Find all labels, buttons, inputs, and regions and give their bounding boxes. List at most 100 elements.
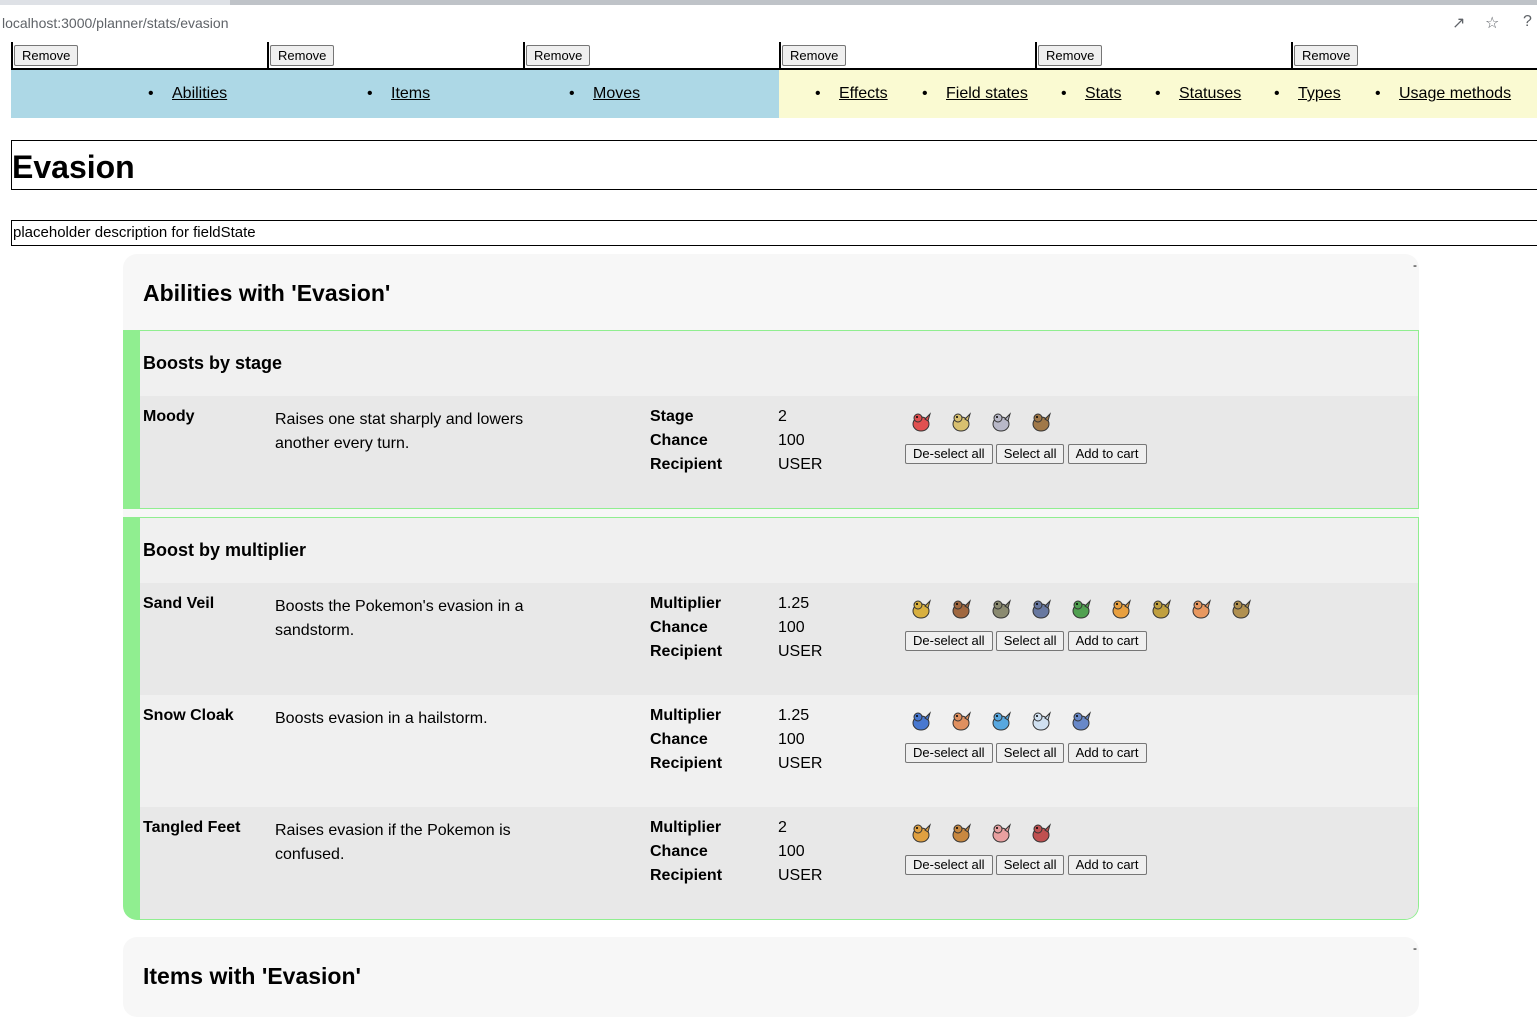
- deselect-all-button[interactable]: De-select all: [905, 631, 993, 651]
- stat-value: USER: [778, 867, 823, 884]
- stat-value: USER: [778, 643, 823, 660]
- pokemon-sprite-icon[interactable]: [1028, 709, 1054, 733]
- pokemon-sprite-icon[interactable]: [988, 597, 1014, 621]
- nav-secondary: • Effects • Field states • Stats • Statuses …: [779, 70, 1537, 118]
- ability-name: Tangled Feet: [143, 819, 241, 836]
- pokemon-sprite-icon[interactable]: [988, 410, 1014, 434]
- row-actions: De-select all Select all Add to cart: [905, 444, 1147, 464]
- pokemon-sprite-icon[interactable]: [908, 709, 934, 733]
- nav-link-usage-methods[interactable]: Usage methods: [1399, 85, 1511, 103]
- collapse-toggle[interactable]: -: [1413, 941, 1417, 955]
- pokemon-sprite-icon[interactable]: [948, 597, 974, 621]
- remove-button[interactable]: Remove: [526, 45, 591, 66]
- bullet: •: [1155, 85, 1161, 102]
- pokemon-sprite-icon[interactable]: [908, 821, 934, 845]
- pokemon-sprite-icon[interactable]: [908, 597, 934, 621]
- nav-link-types[interactable]: Types: [1298, 85, 1341, 103]
- select-all-button[interactable]: Select all: [995, 743, 1065, 763]
- remove-button[interactable]: Remove: [1294, 45, 1359, 66]
- select-all-button[interactable]: Select all: [995, 855, 1065, 875]
- select-all-button[interactable]: Select all: [995, 631, 1065, 651]
- stat-label: Chance: [650, 619, 708, 636]
- nav-link-abilities[interactable]: Abilities: [172, 85, 227, 103]
- stat-label: Recipient: [650, 643, 723, 660]
- remove-button[interactable]: Remove: [782, 45, 847, 66]
- pokemon-sprite-icon[interactable]: [1148, 597, 1174, 621]
- ability-description: Boosts evasion in a hailstorm.: [275, 710, 488, 727]
- stat-label: Multiplier: [650, 707, 722, 724]
- pokemon-sprite-icon[interactable]: [948, 709, 974, 733]
- add-to-cart-button[interactable]: Add to cart: [1067, 631, 1147, 651]
- group-title: Boost by multiplier: [143, 540, 307, 560]
- nav-link-stats[interactable]: Stats: [1085, 85, 1121, 103]
- nav-link-statuses[interactable]: Statuses: [1179, 85, 1241, 103]
- page-description-box: placeholder description for fieldState: [11, 220, 1537, 246]
- collapse-toggle[interactable]: -: [1413, 258, 1417, 272]
- add-to-cart-button[interactable]: Add to cart: [1067, 444, 1147, 464]
- add-to-cart-button[interactable]: Add to cart: [1067, 855, 1147, 875]
- nav-link-moves[interactable]: Moves: [593, 85, 640, 103]
- deselect-all-button[interactable]: De-select all: [905, 743, 993, 763]
- pokemon-sprite-icon[interactable]: [948, 821, 974, 845]
- pokemon-sprite-icon[interactable]: [1068, 709, 1094, 733]
- pokemon-sprite-icon[interactable]: [1108, 597, 1134, 621]
- ability-row-snow-cloak: Snow Cloak Boosts evasion in a hailstorm…: [140, 695, 1418, 807]
- stat-value: 1.25: [778, 707, 810, 724]
- stat-label: Chance: [650, 843, 708, 860]
- pokemon-sprites: [908, 821, 1068, 847]
- stat-label: Stage: [650, 408, 694, 425]
- pokemon-sprite-icon[interactable]: [1188, 597, 1214, 621]
- nav-link-effects[interactable]: Effects: [839, 85, 888, 103]
- pokemon-sprites: [908, 709, 1108, 735]
- pokemon-sprite-icon[interactable]: [988, 709, 1014, 733]
- pokemon-sprite-icon[interactable]: [1028, 410, 1054, 434]
- select-all-button[interactable]: Select all: [995, 444, 1065, 464]
- bullet: •: [569, 85, 575, 102]
- ability-description: Raises evasion if the Pokemon is confuse…: [275, 822, 511, 863]
- page-title: Evasion: [12, 149, 135, 185]
- stat-label: Chance: [650, 731, 708, 748]
- stat-label: Recipient: [650, 755, 723, 772]
- deselect-all-button[interactable]: De-select all: [905, 855, 993, 875]
- ability-row-tangled-feet: Tangled Feet Raises evasion if the Pokem…: [140, 807, 1418, 919]
- section-heading: Items with 'Evasion': [143, 963, 361, 989]
- star-icon[interactable]: ☆: [1485, 13, 1499, 33]
- stat-label: Recipient: [650, 456, 723, 473]
- section-heading: Abilities with 'Evasion': [143, 280, 391, 306]
- ability-name: Moody: [143, 408, 195, 425]
- row-actions: De-select all Select all Add to cart: [905, 743, 1147, 763]
- remove-button[interactable]: Remove: [270, 45, 335, 66]
- stat-value: 1.25: [778, 595, 810, 612]
- ability-description: Boosts the Pokemon's evasion in a sandst…: [275, 598, 524, 639]
- add-to-cart-button[interactable]: Add to cart: [1067, 743, 1147, 763]
- compare-slot: Remove: [11, 42, 79, 68]
- pokemon-sprite-icon[interactable]: [1028, 821, 1054, 845]
- deselect-all-button[interactable]: De-select all: [905, 444, 993, 464]
- stat-label: Recipient: [650, 867, 723, 884]
- pokemon-sprite-icon[interactable]: [988, 821, 1014, 845]
- stat-value: 2: [778, 408, 787, 425]
- ability-description: Raises one stat sharply and lowers anoth…: [275, 411, 524, 452]
- pokemon-sprite-icon[interactable]: [908, 410, 934, 434]
- pokemon-sprite-icon[interactable]: [1228, 597, 1254, 621]
- bullet: •: [815, 85, 821, 102]
- share-icon[interactable]: ↗: [1452, 13, 1465, 33]
- nav-link-items[interactable]: Items: [391, 85, 430, 103]
- address-bar[interactable]: localhost:3000/planner/stats/evasion ↗ ☆…: [0, 5, 1537, 38]
- group-title: Boosts by stage: [143, 353, 283, 373]
- stat-value: USER: [778, 755, 823, 772]
- remove-button[interactable]: Remove: [14, 45, 79, 66]
- url-text[interactable]: localhost:3000/planner/stats/evasion: [2, 15, 228, 31]
- stat-value: 2: [778, 819, 787, 836]
- bullet: •: [1375, 85, 1381, 102]
- pokemon-sprite-icon[interactable]: [1068, 597, 1094, 621]
- pokemon-sprite-icon[interactable]: [948, 410, 974, 434]
- page-title-box: Evasion: [11, 140, 1537, 190]
- nav-link-field-states[interactable]: Field states: [946, 85, 1028, 103]
- ability-row-moody: Moody Raises one stat sharply and lowers…: [140, 396, 1418, 508]
- bullet: •: [148, 85, 154, 102]
- remove-button[interactable]: Remove: [1038, 45, 1103, 66]
- stat-value: 100: [778, 619, 805, 636]
- pokemon-sprite-icon[interactable]: [1028, 597, 1054, 621]
- help-icon[interactable]: ?: [1523, 13, 1532, 31]
